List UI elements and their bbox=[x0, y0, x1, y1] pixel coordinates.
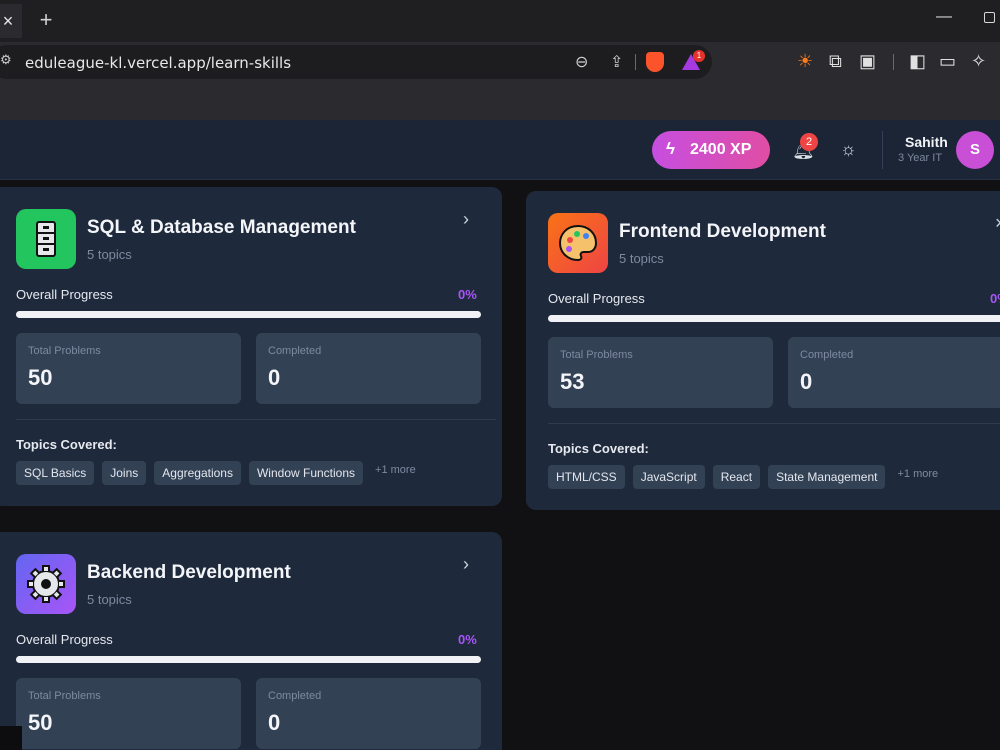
minimize-window-button[interactable]: — bbox=[936, 8, 952, 26]
progress-percent: 0% bbox=[990, 291, 1000, 306]
topic-chip-list: SQL Basics Joins Aggregations Window Fun… bbox=[16, 461, 416, 485]
topic-chip[interactable]: Aggregations bbox=[154, 461, 241, 485]
stat-label: Completed bbox=[268, 690, 322, 702]
card-divider bbox=[548, 423, 1000, 424]
progress-label: Overall Progress bbox=[16, 287, 113, 302]
user-year: 3 Year IT bbox=[898, 152, 943, 164]
skill-card-backend[interactable]: Backend Development 5 topics › Overall P… bbox=[0, 532, 502, 750]
gear-icon bbox=[16, 554, 76, 614]
card-title: SQL & Database Management bbox=[87, 217, 356, 238]
wallet-icon[interactable]: ▭ bbox=[939, 51, 956, 72]
card-topic-count: 5 topics bbox=[87, 592, 132, 607]
tab-close-icon[interactable]: × bbox=[0, 4, 22, 38]
stat-label: Total Problems bbox=[28, 690, 101, 702]
skill-card-frontend[interactable]: Frontend Development 5 topics × Overall … bbox=[526, 191, 1000, 510]
taskbar-corner bbox=[0, 726, 22, 750]
toolbar-separator bbox=[893, 54, 894, 70]
topics-heading: Topics Covered: bbox=[548, 441, 649, 456]
brave-shields-icon[interactable] bbox=[646, 52, 664, 72]
filing-cabinet-icon bbox=[16, 209, 76, 269]
stat-value: 0 bbox=[800, 369, 813, 394]
rewards-count-badge: 1 bbox=[693, 50, 705, 62]
url-text[interactable]: eduleague-kl.vercel.app/learn-skills bbox=[25, 54, 291, 72]
completed-box: Completed 0 bbox=[256, 678, 481, 749]
topic-chip[interactable]: Window Functions bbox=[248, 461, 364, 485]
topic-chip[interactable]: JavaScript bbox=[632, 465, 705, 489]
share-icon[interactable]: ⇪ bbox=[610, 52, 623, 72]
stat-label: Total Problems bbox=[28, 345, 101, 357]
card-divider bbox=[16, 419, 496, 420]
leo-ai-icon[interactable]: ✧ bbox=[971, 51, 986, 72]
stat-value: 0 bbox=[268, 710, 281, 735]
progress-bar bbox=[16, 311, 481, 318]
header-divider bbox=[882, 131, 883, 169]
notification-count-badge: 2 bbox=[800, 133, 818, 151]
topics-heading: Topics Covered: bbox=[16, 437, 117, 452]
completed-box: Completed 0 bbox=[256, 333, 481, 404]
palette-icon bbox=[548, 213, 608, 273]
stat-label: Total Problems bbox=[560, 349, 633, 361]
reader-mode-icon[interactable]: ▣ bbox=[859, 51, 876, 72]
topic-chip[interactable]: State Management bbox=[768, 465, 886, 489]
progress-label: Overall Progress bbox=[16, 632, 113, 647]
card-topic-count: 5 topics bbox=[87, 247, 132, 262]
brightness-extension-icon[interactable]: ☀ bbox=[797, 51, 813, 72]
total-problems-box: Total Problems 50 bbox=[16, 678, 241, 749]
sidebar-toggle-icon[interactable]: ◧ bbox=[909, 51, 926, 72]
progress-percent: 0% bbox=[458, 287, 477, 302]
topic-chip[interactable]: React bbox=[712, 465, 761, 489]
stat-value: 53 bbox=[560, 369, 585, 394]
topic-chip[interactable]: HTML/CSS bbox=[548, 465, 625, 489]
more-topics-text: +1 more bbox=[375, 464, 416, 476]
user-name: Sahith bbox=[905, 134, 948, 150]
topic-chip[interactable]: Joins bbox=[102, 461, 147, 485]
chevron-right-icon[interactable]: › bbox=[463, 554, 469, 575]
chevron-right-icon[interactable]: › bbox=[463, 209, 469, 230]
card-title: Frontend Development bbox=[619, 221, 826, 242]
progress-percent: 0% bbox=[458, 632, 477, 647]
stat-value: 0 bbox=[268, 365, 281, 390]
topic-chip[interactable]: SQL Basics bbox=[16, 461, 95, 485]
zoom-icon[interactable]: ⊖ bbox=[575, 52, 588, 72]
stat-value: 50 bbox=[28, 710, 53, 735]
restore-window-button[interactable] bbox=[984, 12, 995, 23]
stat-label: Completed bbox=[800, 349, 854, 361]
skill-card-sql[interactable]: SQL & Database Management 5 topics › Ove… bbox=[0, 187, 502, 506]
progress-label: Overall Progress bbox=[548, 291, 645, 306]
xp-value: 2400 XP bbox=[690, 141, 752, 158]
stat-value: 50 bbox=[28, 365, 53, 390]
bookmarks-bar bbox=[0, 82, 1000, 120]
progress-bar bbox=[548, 315, 1000, 322]
topic-chip-list: HTML/CSS JavaScript React State Manageme… bbox=[548, 465, 938, 489]
omnibox-separator bbox=[635, 54, 636, 70]
lightning-icon: ϟ bbox=[666, 139, 675, 158]
total-problems-box: Total Problems 53 bbox=[548, 337, 773, 408]
card-topic-count: 5 topics bbox=[619, 251, 664, 266]
sun-icon[interactable]: ☼ bbox=[840, 139, 857, 160]
progress-bar bbox=[16, 656, 481, 663]
avatar[interactable]: S bbox=[956, 131, 994, 169]
extensions-puzzle-icon[interactable]: ⧉ bbox=[829, 51, 842, 72]
stat-label: Completed bbox=[268, 345, 322, 357]
completed-box: Completed 0 bbox=[788, 337, 1000, 408]
new-tab-button[interactable]: + bbox=[34, 6, 58, 34]
card-title: Backend Development bbox=[87, 562, 291, 583]
site-settings-icon[interactable]: ⚙ bbox=[0, 52, 12, 68]
more-topics-text: +1 more bbox=[897, 468, 939, 480]
browser-tab-strip: × + — bbox=[0, 0, 1000, 42]
total-problems-box: Total Problems 50 bbox=[16, 333, 241, 404]
close-icon[interactable]: × bbox=[995, 213, 1000, 234]
xp-badge[interactable]: ϟ 2400 XP bbox=[652, 131, 770, 169]
